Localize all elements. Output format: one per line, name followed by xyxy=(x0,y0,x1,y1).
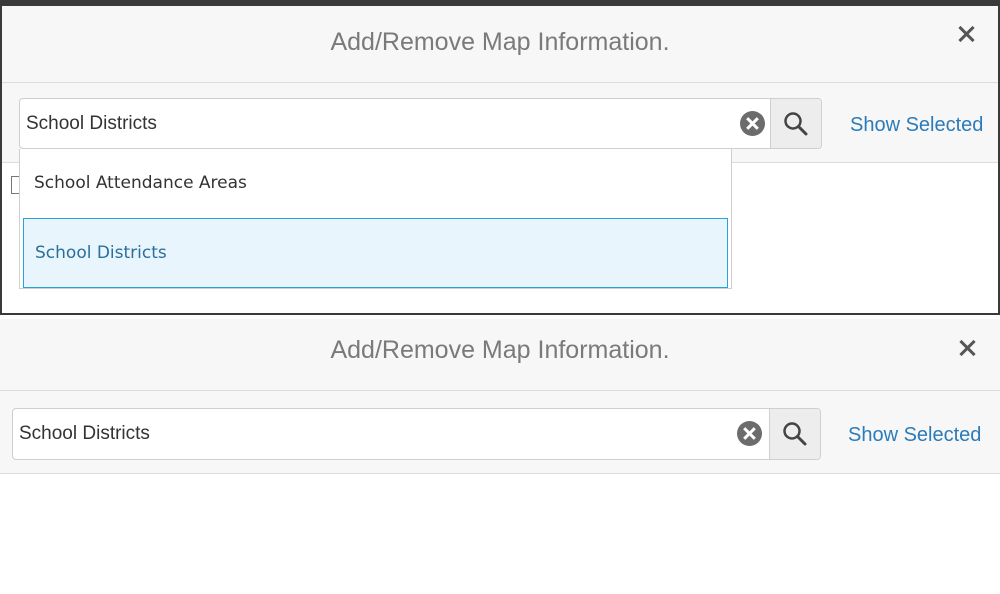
search-icon xyxy=(784,112,808,136)
clear-icon[interactable] xyxy=(737,421,762,446)
show-selected-link[interactable]: Show Selected xyxy=(850,114,983,137)
dialog-header: Add/Remove Map Information. xyxy=(2,6,998,83)
search-button[interactable] xyxy=(769,409,820,459)
search-box xyxy=(19,98,822,149)
search-row: Show Selected xyxy=(0,391,1000,474)
search-icon xyxy=(783,422,807,446)
search-input[interactable] xyxy=(19,421,719,447)
map-info-dialog: Add/Remove Map Information. Show Selecte… xyxy=(0,319,1000,594)
show-selected-link[interactable]: Show Selected xyxy=(848,424,981,447)
search-input[interactable] xyxy=(26,111,726,137)
autocomplete-dropdown: School Attendance Areas School Districts xyxy=(19,149,732,289)
search-button[interactable] xyxy=(770,99,821,148)
dialog-title: Add/Remove Map Information. xyxy=(330,336,670,364)
close-icon[interactable] xyxy=(957,338,977,358)
close-icon[interactable] xyxy=(956,24,976,44)
clear-icon[interactable] xyxy=(740,111,765,136)
dropdown-item-school-attendance-areas[interactable]: School Attendance Areas xyxy=(23,152,728,214)
dropdown-item-school-districts[interactable]: School Districts xyxy=(23,218,728,288)
dialog-header: Add/Remove Map Information. xyxy=(0,319,1000,391)
dialog-title: Add/Remove Map Information. xyxy=(330,28,670,56)
map-info-dialog-with-dropdown: Add/Remove Map Information. Show Selecte… xyxy=(0,6,1000,315)
search-box xyxy=(12,408,821,460)
